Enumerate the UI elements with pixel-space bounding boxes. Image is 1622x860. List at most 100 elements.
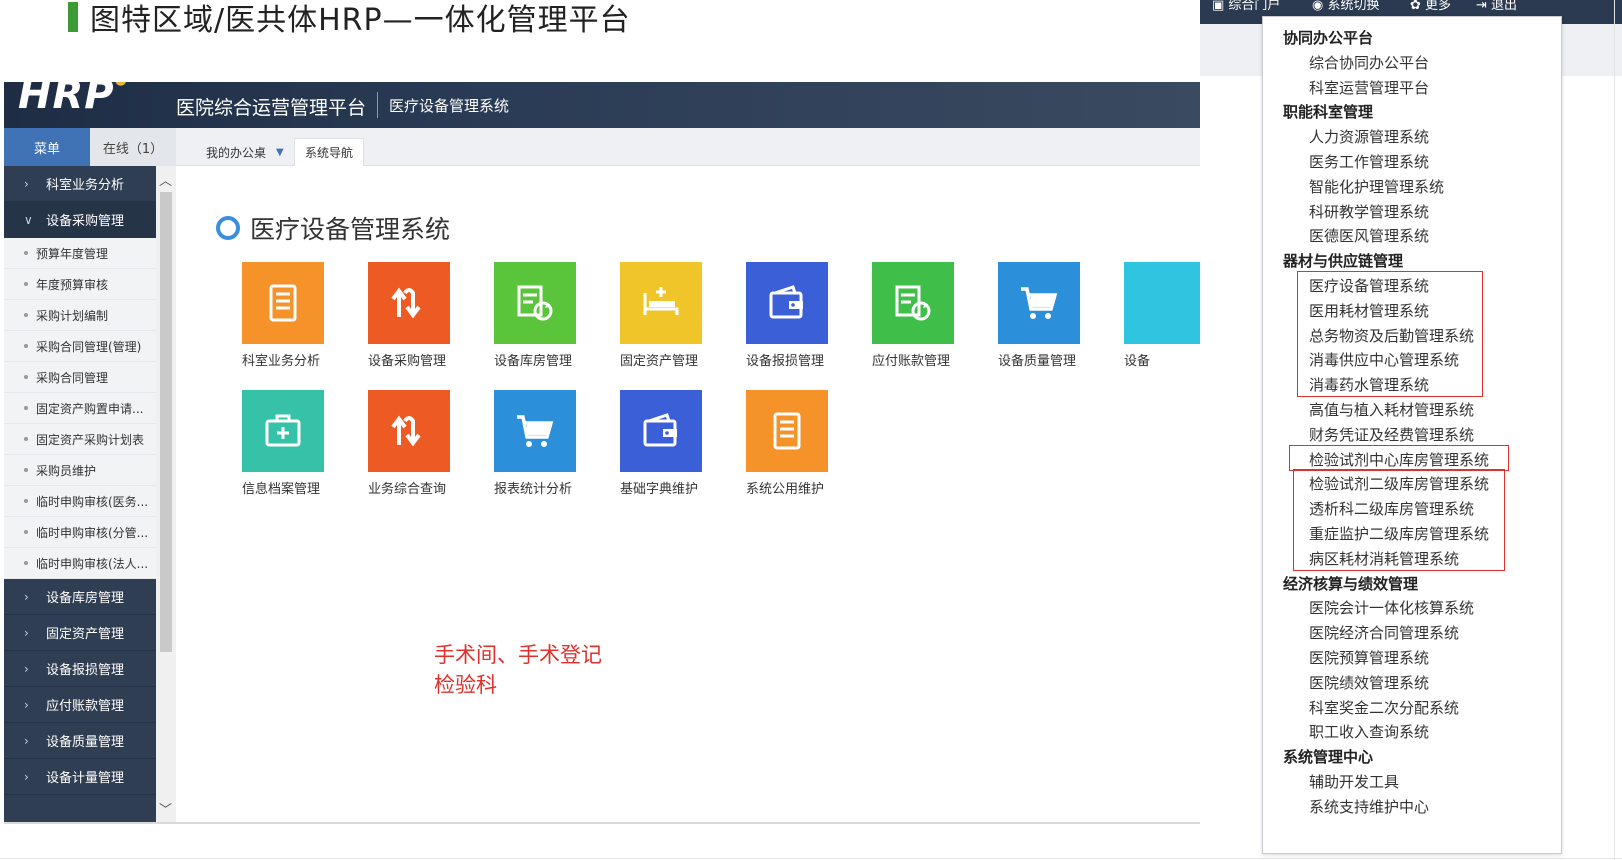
generic-icon[interactable]	[1124, 262, 1200, 344]
exchange-arrows-icon[interactable]	[368, 262, 450, 344]
menu-item[interactable]: 辅助开发工具	[1309, 771, 1399, 792]
slide-title: 图特区域/医共体HRP—一体化管理平台	[68, 0, 631, 38]
app-tile[interactable]: 设备	[1124, 262, 1200, 369]
app-tile[interactable]: 设备库房管理	[494, 262, 576, 369]
logo-dot: ●	[115, 82, 128, 88]
sidebar-subitem[interactable]: 采购合同管理(管理)	[4, 331, 156, 362]
menu-item[interactable]: 科室奖金二次分配系统	[1309, 697, 1459, 718]
medical-kit-icon[interactable]	[242, 390, 324, 472]
app-tile[interactable]: 固定资产管理	[620, 262, 702, 369]
cart-icon[interactable]	[494, 390, 576, 472]
annotation-line-2: 检验科	[434, 673, 497, 697]
chevron-right-icon: ›	[24, 697, 29, 712]
app-tile-label: 科室业务分析	[242, 354, 321, 369]
highlight-box	[1289, 444, 1509, 472]
sidebar-item[interactable]: › 设备报损管理	[4, 651, 156, 687]
hrp-app-window: HRP● 医院综合运营管理平台 医疗设备管理系统 菜单 在线（1） › 科室业务分…	[4, 82, 1200, 824]
sidebar-subitem-label: 预算年度管理	[36, 246, 109, 261]
sidebar-item-label: 应付账款管理	[46, 699, 125, 714]
app-tile[interactable]: 应付账款管理	[872, 262, 954, 369]
sidebar-subitem[interactable]: 临时申购审核(分管...	[4, 517, 156, 548]
chevron-right-icon: ›	[24, 769, 29, 784]
menu-item[interactable]: 高值与植入耗材管理系统	[1309, 399, 1474, 420]
sidebar-subitem[interactable]: 采购计划编制	[4, 300, 156, 331]
sidebar-item-label: 设备采购管理	[46, 214, 125, 229]
system-switch-menu: 协同办公平台 综合协同办公平台 科室运营管理平台 职能科室管理 人力资源管理系统 医务工作…	[1262, 16, 1562, 854]
menu-item[interactable]: 系统支持维护中心	[1309, 796, 1429, 817]
sidebar-subitem-label: 采购合同管理(管理)	[36, 339, 142, 354]
scrollbar-thumb[interactable]	[160, 192, 172, 652]
sidebar-scrollbar[interactable]: ︿ ﹀	[156, 166, 176, 822]
menu-item[interactable]: 医德医风管理系统	[1309, 225, 1429, 246]
bullet-icon	[24, 561, 28, 565]
tab-online[interactable]: 在线（1）	[90, 128, 176, 166]
sidebar: 菜单 在线（1） › 科室业务分析 ∨ 设备采购管理 预算年度管理 年度预算审核 采购计划编…	[4, 128, 176, 822]
menu-item[interactable]: 科研教学管理系统	[1309, 201, 1429, 222]
menu-item[interactable]: 医务工作管理系统	[1309, 151, 1429, 172]
app-tile[interactable]: 设备质量管理	[998, 262, 1080, 369]
header-divider	[377, 92, 378, 118]
main-tabbar: 我的办公桌 ▼ 系统导航	[176, 128, 1200, 166]
hospital-bed-icon[interactable]	[620, 262, 702, 344]
bullet-icon	[24, 313, 28, 317]
sidebar-item[interactable]: › 设备库房管理	[4, 579, 156, 615]
app-tile[interactable]: 设备采购管理	[368, 262, 450, 369]
sidebar-item[interactable]: › 设备计量管理	[4, 759, 156, 795]
sidebar-item-label: 设备质量管理	[46, 735, 125, 750]
cart-icon[interactable]	[998, 262, 1080, 344]
wallet-icon[interactable]	[746, 262, 828, 344]
exchange-arrows-icon[interactable]	[368, 390, 450, 472]
sidebar-item[interactable]: › 固定资产管理	[4, 615, 156, 651]
sidebar-subitem[interactable]: 采购员维护	[4, 455, 156, 486]
app-tile[interactable]: 报表统计分析	[494, 390, 576, 497]
sidebar-subitem[interactable]: 临时申购审核(法人...	[4, 548, 156, 579]
menu-item[interactable]: 智能化护理管理系统	[1309, 176, 1444, 197]
app-tile[interactable]: 业务综合查询	[368, 390, 450, 497]
tab-system-nav[interactable]: 系统导航	[294, 138, 365, 166]
menu-item[interactable]: 医院预算管理系统	[1309, 647, 1429, 668]
sidebar-subitem[interactable]: 预算年度管理	[4, 238, 156, 269]
sidebar-subitem[interactable]: 固定资产购置申请...	[4, 393, 156, 424]
inventory-refresh-icon[interactable]	[494, 262, 576, 344]
menu-item[interactable]: 综合协同办公平台	[1309, 52, 1429, 73]
menu-item[interactable]: 医院经济合同管理系统	[1309, 622, 1459, 643]
app-tile[interactable]: 系统公用维护	[746, 390, 828, 497]
menu-item[interactable]: 医院会计一体化核算系统	[1309, 597, 1474, 618]
menu-item[interactable]: 科室运营管理平台	[1309, 77, 1429, 98]
wallet-icon[interactable]	[620, 390, 702, 472]
sidebar-item[interactable]: › 应付账款管理	[4, 687, 156, 723]
tab-my-desk[interactable]: 我的办公桌 ▼	[196, 138, 294, 166]
tab-menu[interactable]: 菜单	[4, 128, 90, 166]
menu-item[interactable]: 人力资源管理系统	[1309, 126, 1429, 147]
menu-item[interactable]: 财务凭证及经费管理系统	[1309, 424, 1474, 445]
system-heading-text: 医疗设备管理系统	[250, 215, 451, 244]
inventory-refresh-icon[interactable]	[872, 262, 954, 344]
chevron-down-icon: ∨	[24, 212, 33, 227]
app-tile-label: 固定资产管理	[620, 354, 699, 369]
document-icon[interactable]	[242, 262, 324, 344]
sidebar-item[interactable]: › 科室业务分析	[4, 166, 156, 202]
app-tile[interactable]: 信息档案管理	[242, 390, 324, 497]
menu-item[interactable]: 职工收入查询系统	[1309, 721, 1429, 742]
app-tile[interactable]: 基础字典维护	[620, 390, 702, 497]
sidebar-item-label: 设备计量管理	[46, 771, 125, 786]
menu-item[interactable]: 医院绩效管理系统	[1309, 672, 1429, 693]
sidebar-subitem[interactable]: 临时申购审核(医务...	[4, 486, 156, 517]
sidebar-item-label: 科室业务分析	[46, 178, 125, 193]
sidebar-subitem-label: 年度预算审核	[36, 277, 109, 292]
chevron-up-icon[interactable]: ︿	[159, 170, 172, 189]
sidebar-item[interactable]: › 设备质量管理	[4, 723, 156, 759]
sidebar-item[interactable]: ∨ 设备采购管理	[4, 202, 156, 238]
sidebar-subitem-label: 固定资产采购计划表	[36, 432, 145, 447]
document-icon[interactable]	[746, 390, 828, 472]
sidebar-subitem[interactable]: 固定资产采购计划表	[4, 424, 156, 455]
sidebar-item-label: 固定资产管理	[46, 627, 125, 642]
hrp-logo[interactable]: HRP●	[18, 82, 128, 118]
app-tile[interactable]: 设备报损管理	[746, 262, 828, 369]
chevron-down-icon[interactable]: ﹀	[159, 799, 172, 818]
sidebar-subitem[interactable]: 采购合同管理	[4, 362, 156, 393]
caret-down-icon[interactable]: ▼	[276, 147, 284, 158]
annotation-line-1: 手术间、手术登记	[434, 643, 602, 667]
app-tile[interactable]: 科室业务分析	[242, 262, 324, 369]
sidebar-subitem[interactable]: 年度预算审核	[4, 269, 156, 300]
